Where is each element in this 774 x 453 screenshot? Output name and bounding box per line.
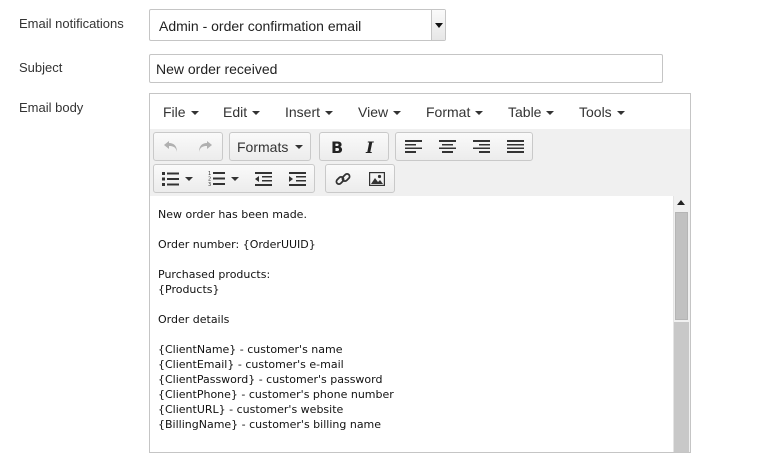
caret-down-icon xyxy=(184,176,193,181)
content-line: Order number: {OrderUUID} xyxy=(158,238,316,251)
menu-file[interactable]: File xyxy=(163,104,199,120)
content-line: {ClientEmail} - customer's e-mail xyxy=(158,358,344,371)
menu-edit[interactable]: Edit xyxy=(223,104,261,120)
caret-down-icon xyxy=(393,111,402,116)
indent-button[interactable] xyxy=(280,165,314,192)
content-line: Order details xyxy=(158,313,230,326)
menu-format[interactable]: Format xyxy=(426,104,484,120)
email-body-editor: File Edit Insert View Format Table Tools… xyxy=(149,93,691,453)
menu-table[interactable]: Table xyxy=(508,104,555,120)
svg-text:B: B xyxy=(331,139,343,155)
subject-label: Subject xyxy=(19,60,63,75)
caret-down-icon xyxy=(230,176,239,181)
caret-down-icon xyxy=(325,111,334,116)
caret-down-icon xyxy=(295,144,304,149)
insert-image-button[interactable] xyxy=(360,165,394,192)
link-icon xyxy=(335,172,351,185)
content-line: Purchased products: xyxy=(158,268,271,281)
email-notifications-label: Email notifications xyxy=(19,16,124,31)
scrollbar-thumb[interactable] xyxy=(675,212,688,320)
content-line: {ClientName} - customer's name xyxy=(158,343,343,356)
formats-group: Formats xyxy=(229,132,312,161)
caret-down-icon xyxy=(252,111,261,116)
content-line: {ClientURL} - customer's website xyxy=(158,403,344,416)
email-notification-selected-value: Admin - order confirmation email xyxy=(159,18,362,34)
bold-button[interactable]: B xyxy=(320,133,354,160)
content-line: {Products} xyxy=(158,283,220,296)
editor-scrollbar[interactable] xyxy=(673,196,690,452)
scroll-up-arrow-icon[interactable] xyxy=(674,196,689,210)
svg-text:3: 3 xyxy=(208,182,211,186)
align-right-button[interactable] xyxy=(464,133,498,160)
outdent-icon xyxy=(254,171,272,186)
text-style-group: B I xyxy=(319,132,389,161)
undo-button[interactable] xyxy=(154,133,188,160)
editor-content-area[interactable]: New order has been made. Order number: {… xyxy=(150,196,675,452)
align-left-icon xyxy=(404,140,422,153)
editor-toolbar: Formats B I 1 2 3 xyxy=(150,129,690,197)
history-group xyxy=(153,132,223,161)
subject-value: New order received xyxy=(156,61,278,77)
formats-dropdown[interactable]: Formats xyxy=(230,133,310,160)
menu-file-label: File xyxy=(163,104,186,120)
email-notification-select[interactable]: Admin - order confirmation email xyxy=(149,9,446,41)
align-center-button[interactable] xyxy=(430,133,464,160)
align-center-icon xyxy=(438,140,456,153)
menu-table-label: Table xyxy=(508,104,542,120)
subject-input[interactable]: New order received xyxy=(149,54,663,83)
alignment-group xyxy=(395,132,533,161)
caret-down-icon xyxy=(475,111,484,116)
caret-down-icon xyxy=(616,111,625,116)
list-group: 123 xyxy=(153,164,315,193)
menu-view-label: View xyxy=(358,104,389,120)
undo-icon xyxy=(164,140,177,152)
content-line: {ClientPassword} - customer's password xyxy=(158,373,383,386)
content-line: {ClientPhone} - customer's phone number xyxy=(158,388,394,401)
menu-edit-label: Edit xyxy=(223,104,248,120)
content-line: {BillingName} - customer's billing name xyxy=(158,418,382,431)
italic-button[interactable]: I xyxy=(354,133,388,160)
email-body-label: Email body xyxy=(19,100,84,115)
align-justify-icon xyxy=(506,140,524,153)
menu-tools-label: Tools xyxy=(579,104,612,120)
chevron-down-icon[interactable] xyxy=(431,10,445,40)
menu-view[interactable]: View xyxy=(358,104,402,120)
caret-down-icon xyxy=(190,111,199,116)
svg-text:I: I xyxy=(365,139,374,155)
numbered-list-icon: 123 xyxy=(208,171,225,186)
align-left-button[interactable] xyxy=(396,133,430,160)
editor-menubar: File Edit Insert View Format Table Tools xyxy=(150,94,690,130)
formats-label: Formats xyxy=(237,138,289,155)
image-icon xyxy=(369,171,385,186)
redo-button[interactable] xyxy=(188,133,222,160)
bullet-list-icon xyxy=(161,171,179,186)
menu-insert-label: Insert xyxy=(285,104,321,120)
menu-format-label: Format xyxy=(426,104,471,120)
redo-icon xyxy=(199,140,212,152)
numbered-list-button[interactable]: 123 xyxy=(200,165,246,192)
insert-group xyxy=(325,164,395,193)
insert-link-button[interactable] xyxy=(326,165,360,192)
scrollbar-track[interactable] xyxy=(674,322,689,452)
caret-down-icon xyxy=(546,111,555,116)
bullet-list-button[interactable] xyxy=(154,165,200,192)
bold-icon: B xyxy=(331,139,343,155)
italic-icon: I xyxy=(365,139,374,155)
outdent-button[interactable] xyxy=(246,165,280,192)
align-justify-button[interactable] xyxy=(498,133,532,160)
menu-tools[interactable]: Tools xyxy=(579,104,625,120)
content-line: New order has been made. xyxy=(158,208,307,221)
menu-insert[interactable]: Insert xyxy=(285,104,334,120)
align-right-icon xyxy=(472,140,490,153)
indent-icon xyxy=(288,171,306,186)
